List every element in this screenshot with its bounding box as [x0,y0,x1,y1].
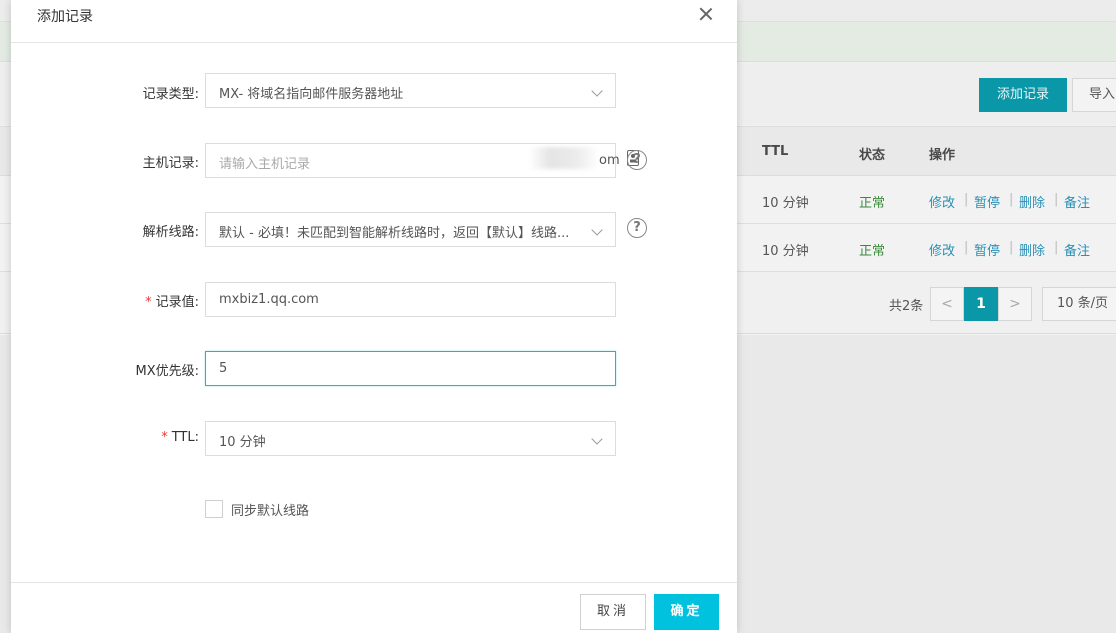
host-record-label: 主机记录: [142,156,199,171]
row-action-note[interactable]: 备注 [1064,240,1090,259]
pagination-total: 共2条 [889,299,924,314]
column-header-ttl: TTL [762,144,789,159]
column-header-actions: 操作 [929,148,956,163]
action-separator: | [1054,240,1059,255]
record-value-label-text: 记录值: [155,295,199,310]
pagination-next-button[interactable]: > [998,287,1032,321]
mx-priority-input[interactable]: 5 [205,351,616,386]
dialog-title: 添加记录 [37,9,93,25]
action-separator: | [964,240,969,255]
row-status: 正常 [859,244,886,259]
pagination-page-size-select[interactable]: 10 条/页 [1042,287,1116,321]
help-circle-icon[interactable]: ? [627,218,647,238]
background-add-record-button[interactable]: 添加记录 [979,78,1067,112]
background-import-button[interactable]: 导入 [1072,78,1116,112]
host-domain-suffix: om [599,153,620,168]
cancel-button[interactable]: 取消 [580,594,646,630]
ttl-label-text: TTL: [171,430,199,445]
ttl-label: * TTL: [161,430,199,445]
chevron-down-icon [591,224,603,236]
dialog-header: 添加记录 [11,0,737,43]
row-action-pause[interactable]: 暂停 [974,240,1000,259]
row-action-edit[interactable]: 修改 [929,192,955,211]
resolution-line-value: 默认 - 必填！未匹配到智能解析线路时，返回【默认】线路... [219,226,570,241]
required-mark: * [161,430,168,445]
record-type-select[interactable]: MX- 将域名指向邮件服务器地址 [205,73,616,108]
pagination-prev-button[interactable]: < [930,287,964,321]
row-action-pause[interactable]: 暂停 [974,192,1000,211]
row-action-edit[interactable]: 修改 [929,240,955,259]
mx-priority-label: MX优先级: [135,364,199,379]
ttl-value: 10 分钟 [219,435,266,450]
mx-priority-text: 5 [219,361,228,376]
resolution-line-select[interactable]: 默认 - 必填！未匹配到智能解析线路时，返回【默认】线路... [205,212,616,247]
chevron-down-icon [591,85,603,97]
ttl-select[interactable]: 10 分钟 [205,421,616,456]
host-record-placeholder: 请输入主机记录 [219,157,311,172]
pagination-page-1[interactable]: 1 [964,287,998,321]
help-circle-icon[interactable]: ? [627,150,647,170]
row-status: 正常 [859,196,886,211]
record-value-text: mxbiz1.qq.com [219,292,319,307]
record-type-value: MX- 将域名指向邮件服务器地址 [219,87,404,102]
confirm-button[interactable]: 确定 [654,594,719,630]
add-record-dialog: 添加记录 记录类型: MX- 将域名指向邮件服务器地址 主机记录: 请输入主机记… [11,0,737,633]
row-ttl: 10 分钟 [762,196,809,211]
action-separator: | [964,192,969,207]
column-header-status: 状态 [859,148,886,163]
record-value-label: * 记录值: [145,291,199,310]
close-icon[interactable] [697,5,715,23]
sync-default-line-label[interactable]: 同步默认线路 [231,500,309,519]
sync-default-line-checkbox[interactable] [205,500,223,518]
action-separator: | [1009,192,1014,207]
row-action-delete[interactable]: 删除 [1019,240,1045,259]
row-action-delete[interactable]: 删除 [1019,192,1045,211]
action-separator: | [1054,192,1059,207]
redacted-domain-suffix [529,147,599,169]
required-mark: * [145,295,152,310]
row-ttl: 10 分钟 [762,244,809,259]
action-separator: | [1009,240,1014,255]
record-value-input[interactable]: mxbiz1.qq.com [205,282,616,317]
resolution-line-label: 解析线路: [142,225,199,240]
record-type-label: 记录类型: [142,87,199,102]
row-action-note[interactable]: 备注 [1064,192,1090,211]
chevron-down-icon [591,433,603,445]
